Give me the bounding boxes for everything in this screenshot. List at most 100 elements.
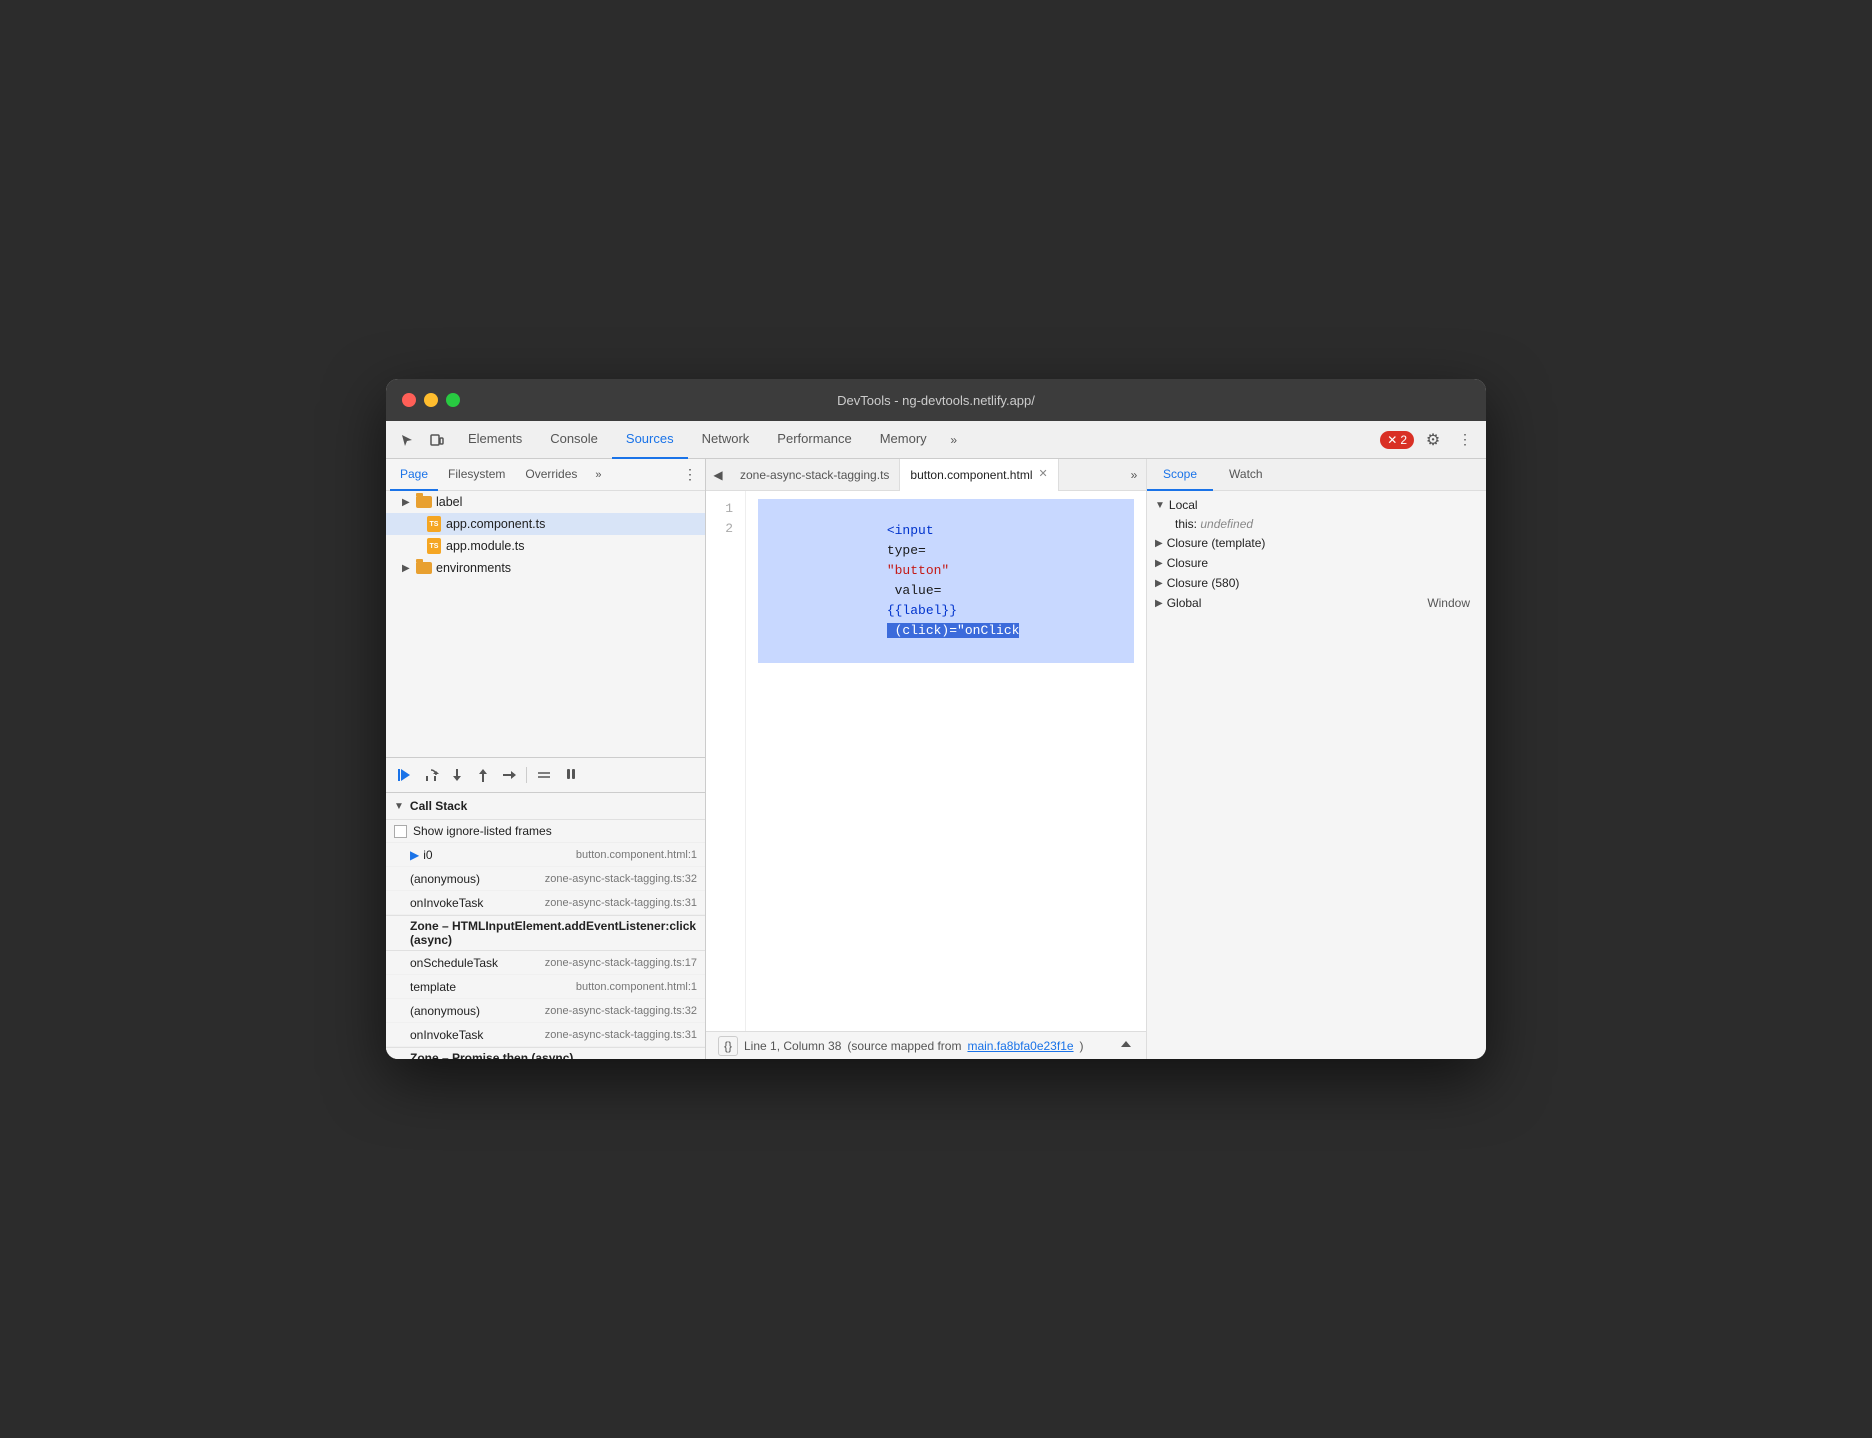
title-bar: DevTools - ng-devtools.netlify.app/ [386, 379, 1486, 421]
ignore-frames-row: Show ignore-listed frames [386, 820, 705, 843]
zone-separator-2: Zone – Promise.then (async) [386, 1047, 705, 1059]
folder-icon-environments [416, 560, 432, 576]
call-stack-header[interactable]: ▼ Call Stack [386, 793, 705, 820]
call-frame-anonymous-2[interactable]: (anonymous) zone-async-stack-tagging.ts:… [386, 999, 705, 1023]
call-stack-section: ▼ Call Stack Show ignore-listed frames ▶… [386, 793, 705, 1059]
line-numbers: 1 2 [706, 491, 746, 1031]
tree-item-app-component[interactable]: TS app.component.ts [386, 513, 705, 535]
subtab-dots-button[interactable]: ⋮ [679, 464, 701, 485]
scope-closure-arrow: ▶ [1155, 558, 1163, 569]
tab-sources[interactable]: Sources [612, 421, 688, 459]
cursor-icon[interactable] [394, 427, 420, 453]
subtab-filesystem[interactable]: Filesystem [438, 459, 515, 491]
subtab-page[interactable]: Page [390, 459, 438, 491]
editor-tab-zone-async-label: zone-async-stack-tagging.ts [740, 468, 889, 482]
minimize-button[interactable] [424, 393, 438, 407]
traffic-lights [402, 393, 460, 407]
call-frame-oninvoketask-1[interactable]: onInvokeTask zone-async-stack-tagging.ts… [386, 891, 705, 915]
error-badge[interactable]: ✕ 2 [1380, 431, 1414, 449]
frame-name-oninvoketask-1: onInvokeTask [410, 896, 545, 910]
more-tabs-button[interactable]: » [941, 427, 967, 453]
right-area: ◀ zone-async-stack-tagging.ts button.com… [706, 459, 1486, 1059]
tab-console[interactable]: Console [536, 421, 612, 459]
call-frame-anonymous-1[interactable]: (anonymous) zone-async-stack-tagging.ts:… [386, 867, 705, 891]
scope-closure-580-arrow: ▶ [1155, 578, 1163, 589]
scope-group-closure-template[interactable]: ▶ Closure (template) [1147, 533, 1486, 553]
active-frame-arrow: ▶ [410, 848, 419, 862]
status-line-col: Line 1, Column 38 [744, 1039, 841, 1053]
scope-tab-scope[interactable]: Scope [1147, 459, 1213, 491]
tab-performance[interactable]: Performance [763, 421, 865, 459]
step-out-button[interactable] [472, 764, 494, 786]
step-button[interactable] [498, 764, 520, 786]
call-stack-arrow: ▼ [394, 801, 404, 812]
tree-item-environments-folder[interactable]: ▶ environments [386, 557, 705, 579]
code-span-input-open: <input [887, 523, 942, 538]
resume-button[interactable] [394, 764, 416, 786]
scope-panel: Scope Watch ▼ Local this: und [1146, 459, 1486, 1059]
editor-tab-more-button[interactable]: » [1122, 459, 1146, 491]
status-source-file-link[interactable]: main.fa8bfa0e23f1e [967, 1039, 1073, 1053]
maximize-button[interactable] [446, 393, 460, 407]
subtab-overrides[interactable]: Overrides [515, 459, 587, 491]
code-span-type-attr: type= [887, 543, 926, 558]
scope-group-local-header: ▼ Local [1147, 495, 1486, 515]
tree-arrow-environments: ▶ [402, 563, 416, 574]
scroll-to-top-button[interactable] [1118, 1036, 1134, 1055]
step-into-button[interactable] [446, 764, 468, 786]
scope-closure-template-arrow: ▶ [1155, 538, 1163, 549]
status-bar: {} Line 1, Column 38 (source mapped from… [706, 1031, 1146, 1059]
file-icon-app-module: TS [426, 538, 442, 554]
tree-item-app-module[interactable]: TS app.module.ts [386, 535, 705, 557]
scope-group-global[interactable]: ▶ Global Window [1147, 593, 1486, 613]
frame-name-i0: i0 [423, 848, 576, 862]
frame-name-oninvoketask-2: onInvokeTask [410, 1028, 545, 1042]
debugger-separator [526, 767, 527, 783]
editor-panel: ◀ zone-async-stack-tagging.ts button.com… [706, 459, 1146, 1059]
frame-location-onscheduletask-1: zone-async-stack-tagging.ts:17 [545, 957, 697, 969]
scope-property-this: this: undefined [1147, 515, 1486, 533]
scope-content: ▼ Local this: undefined ▶ [1147, 491, 1486, 1059]
scope-global-arrow: ▶ [1155, 598, 1163, 609]
code-editor[interactable]: 1 2 <input type= "button" value= {{label… [706, 491, 1146, 1031]
scope-local-arrow: ▼ [1155, 500, 1165, 511]
tab-network[interactable]: Network [688, 421, 764, 459]
scope-tab-watch[interactable]: Watch [1213, 459, 1279, 491]
close-button[interactable] [402, 393, 416, 407]
deactivate-breakpoints-button[interactable] [533, 764, 555, 786]
editor-tab-close-button[interactable]: ✕ [1038, 469, 1047, 480]
tab-memory[interactable]: Memory [866, 421, 941, 459]
scope-group-local[interactable]: ▼ Local this: undefined [1147, 495, 1486, 533]
call-frame-onscheduletask-1[interactable]: onScheduleTask zone-async-stack-tagging.… [386, 951, 705, 975]
tab-elements[interactable]: Elements [454, 421, 536, 459]
more-options-button[interactable]: ⋮ [1452, 427, 1478, 453]
device-icon[interactable] [424, 427, 450, 453]
tree-arrow-label: ▶ [402, 497, 416, 508]
tree-item-label-folder[interactable]: ▶ label [386, 491, 705, 513]
scope-group-closure[interactable]: ▶ Closure [1147, 553, 1486, 573]
frame-location-anonymous-1: zone-async-stack-tagging.ts:32 [545, 873, 697, 885]
ignore-frames-checkbox[interactable] [394, 825, 407, 838]
editor-tab-zone-async[interactable]: zone-async-stack-tagging.ts [730, 459, 900, 491]
window-title: DevTools - ng-devtools.netlify.app/ [837, 393, 1035, 408]
call-frame-template[interactable]: template button.component.html:1 [386, 975, 705, 999]
scope-group-closure-580[interactable]: ▶ Closure (580) [1147, 573, 1486, 593]
pretty-print-button[interactable]: {} [718, 1036, 738, 1056]
frame-location-oninvoketask-1: zone-async-stack-tagging.ts:31 [545, 897, 697, 909]
call-frame-oninvoketask-2[interactable]: onInvokeTask zone-async-stack-tagging.ts… [386, 1023, 705, 1047]
pretty-print-icon: {} [724, 1039, 732, 1053]
frame-location-oninvoketask-2: zone-async-stack-tagging.ts:31 [545, 1029, 697, 1041]
frame-name-onscheduletask-1: onScheduleTask [410, 956, 545, 970]
scope-closure-label: Closure [1167, 556, 1208, 570]
editor-tab-button-component[interactable]: button.component.html ✕ [900, 459, 1058, 491]
frame-location-i0: button.component.html:1 [576, 849, 697, 861]
pause-on-exception-button[interactable] [559, 764, 581, 786]
call-frame-i0[interactable]: ▶ i0 button.component.html:1 [386, 843, 705, 867]
editor-tab-prev-button[interactable]: ◀ [706, 459, 730, 491]
step-over-button[interactable] [420, 764, 442, 786]
subtab-more-button[interactable]: » [591, 467, 605, 483]
settings-button[interactable]: ⚙ [1420, 427, 1446, 453]
tree-label-app-module: app.module.ts [446, 539, 525, 553]
call-stack-label: Call Stack [410, 799, 467, 813]
frame-location-template: button.component.html:1 [576, 981, 697, 993]
